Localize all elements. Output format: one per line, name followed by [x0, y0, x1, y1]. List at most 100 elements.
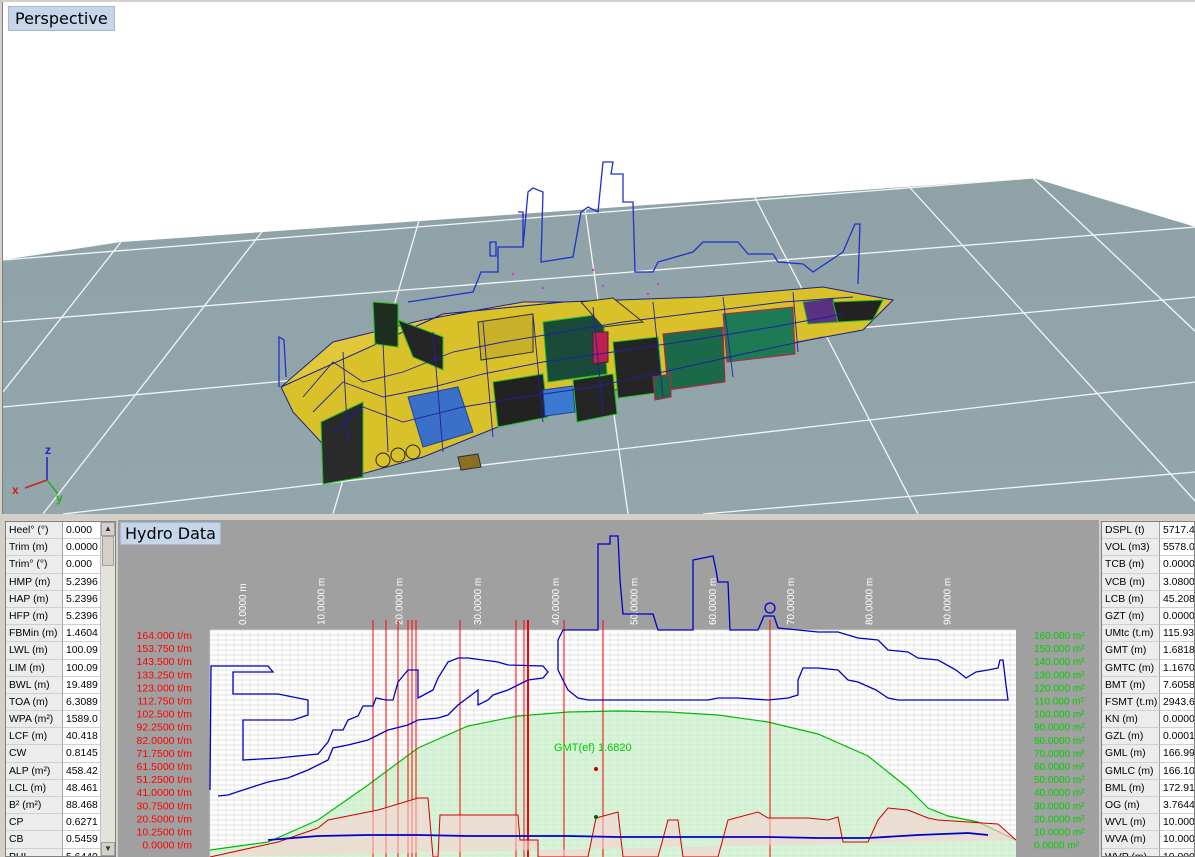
right-property-label: OG (m) [1102, 797, 1160, 815]
left-property-row[interactable]: Trim° (°) 0.000 [6, 556, 115, 574]
right-property-row[interactable]: TCB (m) 0.0000 [1102, 556, 1194, 574]
right-property-row[interactable]: GZT (m) 0.0000 [1102, 607, 1194, 626]
left-property-label: HMP (m) [6, 573, 63, 591]
left-property-row[interactable]: CB 0.5459 [6, 831, 115, 849]
left-axis-tick-label: 112.750 t/m [137, 696, 192, 708]
right-property-row[interactable]: GML (m) 166.99 [1102, 745, 1194, 763]
x-tick-label: 50.0000 m [630, 578, 641, 625]
right-axis-tick-label: 10.0000 m² [1034, 828, 1085, 839]
right-property-label: UMtc (t.m) [1102, 625, 1160, 643]
right-property-row[interactable]: BML (m) 172.91 [1102, 779, 1194, 797]
left-axis-tick-label: 153.750 t/m [137, 643, 193, 655]
left-property-row[interactable]: LIM (m) 100.09 [6, 659, 115, 677]
ship-3d-scene[interactable]: z x y [3, 2, 1195, 514]
right-property-value: 45.208 [1160, 591, 1194, 608]
left-axis-tick-label: 102.500 t/m [137, 709, 193, 721]
right-property-row[interactable]: DSPL (t) 5717.4 [1102, 522, 1194, 540]
x-tick-label: 90.0000 m [943, 578, 954, 625]
x-tick-label: 80.0000 m [864, 578, 875, 625]
left-property-row[interactable]: CW 0.8145 [6, 745, 115, 763]
left-property-row[interactable]: ALP (m²) 458.42 [6, 762, 115, 780]
x-tick-label: 60.0000 m [708, 578, 719, 625]
right-axis-tick-label: 140.000 m² [1034, 657, 1085, 668]
right-property-row[interactable]: GMTC (m) 1.1670 [1102, 659, 1194, 677]
right-property-value: 3.0800 [1160, 574, 1194, 591]
scroll-down-button[interactable]: ▼ [101, 842, 115, 856]
left-axis-ticks: 164.000 t/m153.750 t/m143.500 t/m133.250… [137, 630, 193, 852]
right-property-row[interactable]: GMT (m) 1.6818 [1102, 642, 1194, 660]
left-property-row[interactable]: Trim (m) 0.0000 [6, 539, 115, 557]
left-property-label: B² (m²) [6, 797, 63, 815]
right-property-value: 2943.6 [1160, 694, 1194, 712]
left-axis-tick-label: 61.5000 t/m [137, 761, 193, 773]
right-property-label: FSMT (t.m) [1102, 693, 1160, 712]
hydro-data-chart[interactable]: 0.0000 m 10.0000 m 20.0000 m 30.0000 m 40.00… [118, 520, 1099, 857]
left-property-label: CB [6, 831, 63, 849]
axis-label-z: z [45, 443, 51, 457]
left-property-row[interactable]: HFP (m) 5.2396 [6, 607, 115, 626]
scroll-thumb[interactable] [102, 536, 114, 566]
left-axis-tick-label: 30.7500 t/m [137, 800, 193, 812]
viewport-title: Perspective [8, 6, 115, 31]
right-property-row[interactable]: FSMT (t.m) 2943.6 [1102, 693, 1194, 712]
right-property-label: VCB (m) [1102, 573, 1160, 591]
left-scrollbar[interactable]: ▲ ▼ [100, 522, 115, 856]
right-property-value: 0.0000 [1160, 711, 1194, 729]
right-property-label: TCB (m) [1102, 556, 1160, 574]
left-property-row[interactable]: CP 0.6271 [6, 814, 115, 832]
left-property-row[interactable]: LCL (m) 48.461 [6, 779, 115, 797]
x-tick-label: 0.0000 m [238, 583, 249, 625]
hydro-data-title: Hydro Data [120, 522, 221, 545]
left-property-row[interactable]: Heel° (°) 0.000 [6, 522, 115, 540]
left-property-row[interactable]: TOA (m) 6.3089 [6, 693, 115, 712]
right-property-label: GMTC (m) [1102, 659, 1160, 677]
left-property-label: LCF (m) [6, 728, 63, 746]
right-property-value: 115.93 [1160, 625, 1194, 643]
right-property-row[interactable]: VCB (m) 3.0800 [1102, 573, 1194, 591]
right-axis-tick-label: 150.000 m² [1034, 644, 1085, 655]
left-property-row[interactable]: LCF (m) 40.418 [6, 728, 115, 746]
left-axis-tick-label: 133.250 t/m [137, 669, 193, 681]
right-property-row[interactable]: VOL (m3) 5578.0 [1102, 539, 1194, 557]
bottom-panel: Heel° (°) 0.000 Trim (m) 0.0000 Trim° (°) 0.0… [0, 516, 1195, 857]
right-property-value: 5578.0 [1160, 539, 1194, 557]
left-property-label: LCL (m) [6, 779, 63, 797]
right-property-value: 1.6818 [1160, 642, 1194, 660]
right-property-label: GML (m) [1102, 745, 1160, 763]
hydrostatic-properties-right: DSPL (t) 5717.4 VOL (m3) 5578.0 TCB (m) 0.000… [1101, 521, 1195, 857]
scroll-up-button[interactable]: ▲ [101, 522, 115, 536]
hydro-data-chart-panel[interactable]: 0.0000 m 10.0000 m 20.0000 m 30.0000 m 40.00… [118, 520, 1099, 857]
right-property-row[interactable]: GZL (m) 0.0001 [1102, 728, 1194, 746]
perspective-viewport[interactable]: z x y Perspective [2, 2, 1195, 514]
right-property-row[interactable]: KN (m) 0.0000 [1102, 711, 1194, 729]
axis-label-x: x [12, 483, 19, 497]
left-property-row[interactable]: PHI5.6440 [6, 848, 115, 856]
left-property-row[interactable]: FBMin (m) 1.4604 [6, 625, 115, 643]
right-property-value: 0.0000 [1160, 608, 1194, 626]
right-axis-tick-label: 50.0000 m² [1034, 775, 1085, 786]
right-property-value: 166.10 [1160, 763, 1194, 780]
left-property-label: PHI [6, 848, 63, 856]
left-property-row[interactable]: HAP (m) 5.2396 [6, 590, 115, 608]
left-property-row[interactable]: B² (m²) 88.468 [6, 797, 115, 815]
right-property-row[interactable]: OG (m) 3.7644 [1102, 797, 1194, 815]
left-axis-tick-label: 41.0000 t/m [137, 787, 193, 799]
right-property-row[interactable]: LCB (m) 45.208 [1102, 590, 1194, 608]
right-property-label: BML (m) [1102, 779, 1160, 797]
right-property-row[interactable]: WVP (m)10.000 [1102, 848, 1194, 856]
x-axis-ticks: 0.0000 m 10.0000 m 20.0000 m 30.0000 m 40.00… [238, 578, 954, 625]
right-property-row[interactable]: WVL (m) 10.000 [1102, 814, 1194, 832]
right-property-value: 0.0001 [1160, 728, 1194, 746]
right-property-row[interactable]: GMLC (m) 166.10 [1102, 762, 1194, 780]
right-axis-tick-label: 120.000 m² [1034, 683, 1085, 694]
right-axis-ticks: 160.000 m² 150.000 m² 140.000 m² 130.000 m²… [1034, 631, 1085, 852]
left-property-row[interactable]: HMP (m) 5.2396 [6, 573, 115, 591]
left-property-label: LIM (m) [6, 659, 63, 677]
left-property-row[interactable]: LWL (m) 100.09 [6, 642, 115, 660]
right-property-row[interactable]: BMT (m) 7.6058 [1102, 676, 1194, 694]
left-property-row[interactable]: BWL (m) 19.489 [6, 676, 115, 694]
left-property-row[interactable]: WPA (m²) 1589.0 [6, 711, 115, 729]
right-property-row[interactable]: UMtc (t.m) 115.93 [1102, 625, 1194, 643]
x-tick-label: 10.0000 m [316, 578, 327, 625]
right-property-row[interactable]: WVA (m) 10.000 [1102, 831, 1194, 849]
